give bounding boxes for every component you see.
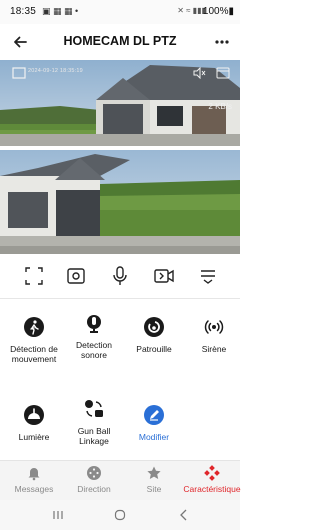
camera-secondary-view[interactable] (0, 150, 240, 254)
tab-label: Messages (14, 484, 54, 494)
status-time: 18:35 (10, 6, 37, 17)
tab-label: Direction (77, 484, 111, 494)
feature-label: Gun Ball Linkage (77, 426, 111, 446)
system-navigation-bar (0, 500, 240, 530)
siren-button[interactable]: Sirène (184, 316, 244, 354)
sound-detection-button[interactable]: Detection sonore (64, 312, 124, 360)
star-icon (147, 466, 161, 479)
modify-button[interactable]: Modifier (124, 404, 184, 442)
tab-direction[interactable]: Direction (64, 465, 124, 494)
gun-ball-linkage-button[interactable]: Gun Ball Linkage (64, 398, 124, 446)
siren-icon (204, 320, 224, 334)
walk-icon (24, 317, 44, 337)
patrol-icon (144, 317, 164, 337)
notification-icons: ▣ ▦ ▦ • (42, 6, 79, 16)
bell-icon (28, 468, 40, 481)
light-icon (24, 405, 44, 425)
home-icon[interactable] (112, 507, 128, 523)
fullscreen-icon[interactable] (22, 264, 46, 288)
bottom-tab-bar: Messages Direction Site Caractéristique (0, 460, 242, 500)
motion-detection-button[interactable]: Détection de mouvement (4, 316, 64, 364)
link-camera-icon (85, 400, 103, 417)
microphone-icon[interactable] (108, 264, 132, 288)
feature-label: Détection de mouvement (10, 344, 58, 364)
app-bar: HOMECAM DL PTZ (0, 24, 240, 60)
patrol-button[interactable]: Patrouille (124, 316, 184, 354)
camera-live-view[interactable]: 2024-09-12 18:35:19 2 KB/s (0, 60, 240, 146)
tab-messages[interactable]: Messages (4, 465, 64, 494)
status-bar: 18:35 ▣ ▦ ▦ • ✕ ≈ ▮▮▮ 100%▮ (0, 0, 240, 24)
tab-caracteristique[interactable]: Caractéristique (182, 465, 242, 494)
back-nav-icon[interactable] (176, 507, 192, 523)
feature-label: Patrouille (136, 344, 172, 354)
tab-site[interactable]: Site (124, 465, 184, 494)
tab-label: Caractéristique (183, 484, 241, 494)
light-button[interactable]: Lumière (4, 404, 64, 442)
mic-circle-icon (87, 315, 101, 333)
battery-indicator: 100%▮ (202, 6, 234, 17)
video-record-icon[interactable] (152, 264, 176, 288)
edit-icon (144, 405, 164, 425)
mute-icon[interactable] (192, 67, 206, 79)
system-status-icons: ✕ ≈ ▮▮▮ (177, 6, 206, 15)
more-options-icon[interactable] (212, 32, 232, 52)
feature-grid: Détection de mouvement Detection sonore … (0, 300, 240, 460)
tab-label: Site (146, 484, 162, 494)
snapshot-icon[interactable] (64, 264, 88, 288)
camera-timestamp: 2024-09-12 18:35:19 (28, 68, 83, 74)
back-arrow-icon[interactable] (10, 32, 30, 52)
page-title: HOMECAM DL PTZ (63, 34, 177, 48)
control-bar (0, 258, 240, 294)
camera-fullscreen-icon[interactable] (12, 67, 26, 79)
feature-label: Sirène (201, 344, 227, 354)
feature-label: Lumière (18, 432, 50, 442)
feature-label: Detection sonore (76, 340, 112, 360)
bitrate-indicator: 2 KB/s (208, 102, 232, 111)
camera-record-icon[interactable] (216, 67, 230, 79)
section-divider (0, 298, 240, 299)
menu-icon[interactable] (196, 264, 220, 288)
features-icon (204, 465, 220, 481)
feature-label: Modifier (138, 432, 170, 442)
recent-apps-icon[interactable] (50, 507, 66, 523)
dpad-icon (87, 466, 101, 480)
